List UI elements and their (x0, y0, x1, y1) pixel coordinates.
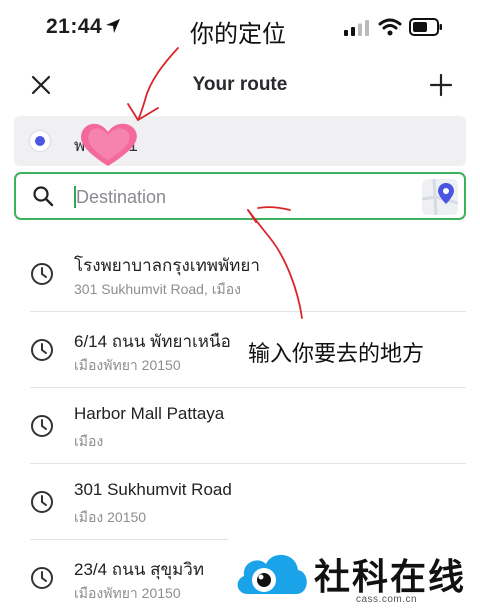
origin-field[interactable]: พรวิถี 21 (14, 116, 466, 166)
list-item[interactable]: 301 Sukhumvit Road เมือง 20150 (0, 464, 480, 540)
clock-icon (31, 339, 53, 361)
list-item[interactable]: Harbor Mall Pattaya เมือง (0, 388, 480, 464)
annotation-your-location: 你的定位 (190, 20, 286, 48)
watermark-text: 社科在线 (314, 557, 467, 598)
list-item-subtitle: เมืองพัทยา 20150 (74, 585, 181, 601)
watermark-logo-icon (237, 554, 307, 594)
status-time: 21:44 (46, 15, 103, 38)
add-stop-icon[interactable] (428, 72, 454, 98)
wifi-icon (378, 18, 402, 36)
clock-icon (31, 567, 53, 589)
search-icon (33, 186, 54, 207)
map-pin-icon (422, 179, 458, 215)
location-arrow-icon (106, 19, 120, 33)
cellular-signal-icon (344, 20, 369, 36)
destination-field[interactable] (14, 172, 466, 220)
list-item-title: Harbor Mall Pattaya (74, 404, 225, 423)
route-header: Your route (0, 62, 480, 108)
list-item[interactable]: โรงพยาบาลกรุงเทพพัทยา 301 Sukhumvit Road… (0, 236, 480, 312)
list-item-subtitle: 301 Sukhumvit Road, เมือง (74, 281, 242, 297)
clock-icon (31, 491, 53, 513)
page-title: Your route (192, 74, 288, 95)
list-item-title: 23/4 ถนน สุขุมวิท (74, 560, 205, 579)
watermark: 社科在线 cass.com.cn (228, 536, 480, 615)
clock-icon (31, 263, 53, 285)
list-item-subtitle: เมือง (74, 433, 104, 449)
list-item-title: 6/14 ถนน พัทยาเหนือ (74, 332, 231, 351)
current-location-dot-icon (29, 130, 51, 152)
destination-input[interactable] (76, 183, 406, 211)
watermark-url: cass.com.cn (356, 594, 418, 605)
redaction-heart-icon (81, 123, 137, 166)
list-item-subtitle: เมือง 20150 (74, 509, 147, 525)
list-item-title: โรงพยาบาลกรุงเทพพัทยา (74, 256, 260, 275)
annotation-enter-destination: 输入你要去的地方 (246, 336, 427, 368)
list-item-subtitle: เมืองพัทยา 20150 (74, 357, 181, 373)
list-item-title: 301 Sukhumvit Road (74, 480, 232, 499)
clock-icon (31, 415, 53, 437)
choose-on-map-button[interactable] (422, 179, 458, 215)
battery-icon (409, 18, 442, 36)
